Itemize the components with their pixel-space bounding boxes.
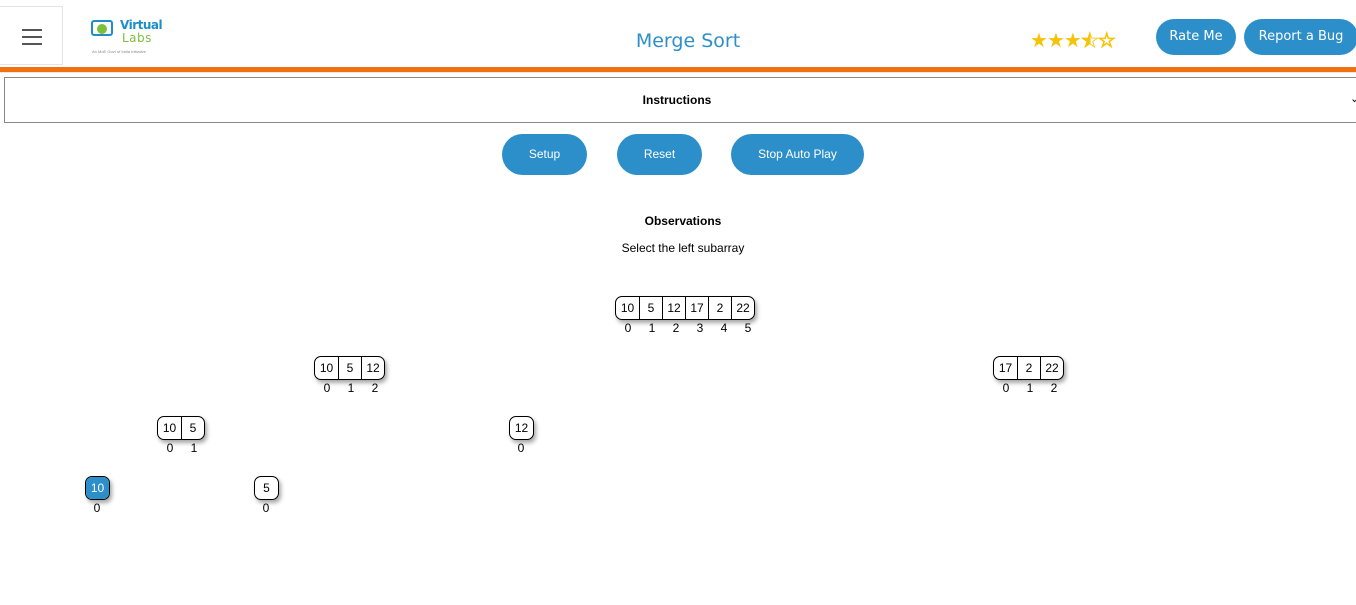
array-left-left-left-indices: 0 [85,501,109,515]
half-star-icon: ★ [1080,30,1099,53]
array-cell[interactable]: 10 [158,417,181,439]
index-label: 1 [347,381,355,395]
chevron-down-icon: ⌄ [1350,93,1356,105]
setup-button[interactable]: Setup [502,134,587,175]
page-title: Merge Sort [635,30,741,52]
index-label: 0 [262,501,270,515]
reset-button[interactable]: Reset [617,134,702,175]
index-label: 5 [744,321,752,335]
array-cell[interactable]: 17 [994,357,1017,379]
index-label: 0 [624,321,632,335]
array-right: 17 2 22 [993,356,1064,380]
array-left: 10 5 12 [314,356,385,380]
index-label: 1 [648,321,656,335]
selected-array-cell[interactable]: 10 [86,477,109,499]
star-icon: ★ [1063,30,1082,52]
stop-auto-play-button[interactable]: Stop Auto Play [731,134,864,175]
array-cell[interactable]: 12 [361,357,384,379]
array-cell[interactable]: 5 [255,477,278,499]
array-cell[interactable]: 2 [708,297,731,319]
index-label: 0 [166,441,174,455]
index-label: 0 [323,381,331,395]
index-label: 1 [1026,381,1034,395]
array-right-indices: 0 1 2 [994,381,1066,395]
divider [0,72,1356,73]
array-cell[interactable]: 2 [1017,357,1040,379]
array-left-left-right-indices: 0 [254,501,278,515]
array-left-right: 12 [509,416,534,440]
array-cell[interactable]: 5 [338,357,361,379]
index-label: 1 [190,441,198,455]
array-cell[interactable]: 17 [685,297,708,319]
array-root: 10 5 12 17 2 22 [615,296,755,320]
instructions-label: Instructions [642,93,712,107]
star-icon: ★ [1046,30,1065,52]
index-label: 2 [371,381,379,395]
array-left-right-indices: 0 [509,441,533,455]
array-left-left: 10 5 [157,416,205,440]
array-root-indices: 0 1 2 3 4 5 [616,321,760,335]
array-cell[interactable]: 22 [1040,357,1063,379]
index-label: 3 [696,321,704,335]
array-left-left-right: 5 [254,476,279,500]
header: Virtual Labs An MoE Govt of India Initia… [0,6,1356,67]
array-cell[interactable]: 12 [662,297,685,319]
index-label: 2 [672,321,680,335]
report-bug-button[interactable]: Report a Bug [1244,19,1356,55]
rating-stars: ★★★★☆ [1030,28,1116,53]
array-cell[interactable]: 10 [616,297,639,319]
index-label: 0 [1002,381,1010,395]
array-left-left-indices: 0 1 [158,441,206,455]
observations-title: Observations [644,214,722,228]
empty-star-icon: ☆ [1097,30,1116,53]
rate-me-button[interactable]: Rate Me [1156,19,1236,55]
array-cell[interactable]: 5 [639,297,662,319]
index-label: 0 [517,441,525,455]
array-cell[interactable]: 10 [315,357,338,379]
array-cell[interactable]: 12 [510,417,533,439]
index-label: 0 [93,501,101,515]
observations-text: Select the left subarray [621,241,745,255]
array-left-indices: 0 1 2 [315,381,387,395]
instructions-accordion[interactable]: Instructions ⌄ [4,77,1356,123]
array-cell[interactable]: 22 [731,297,754,319]
index-label: 4 [720,321,728,335]
index-label: 2 [1050,381,1058,395]
array-cell[interactable]: 5 [181,417,204,439]
star-icon: ★ [1030,30,1048,52]
array-left-left-left: 10 [85,476,110,500]
